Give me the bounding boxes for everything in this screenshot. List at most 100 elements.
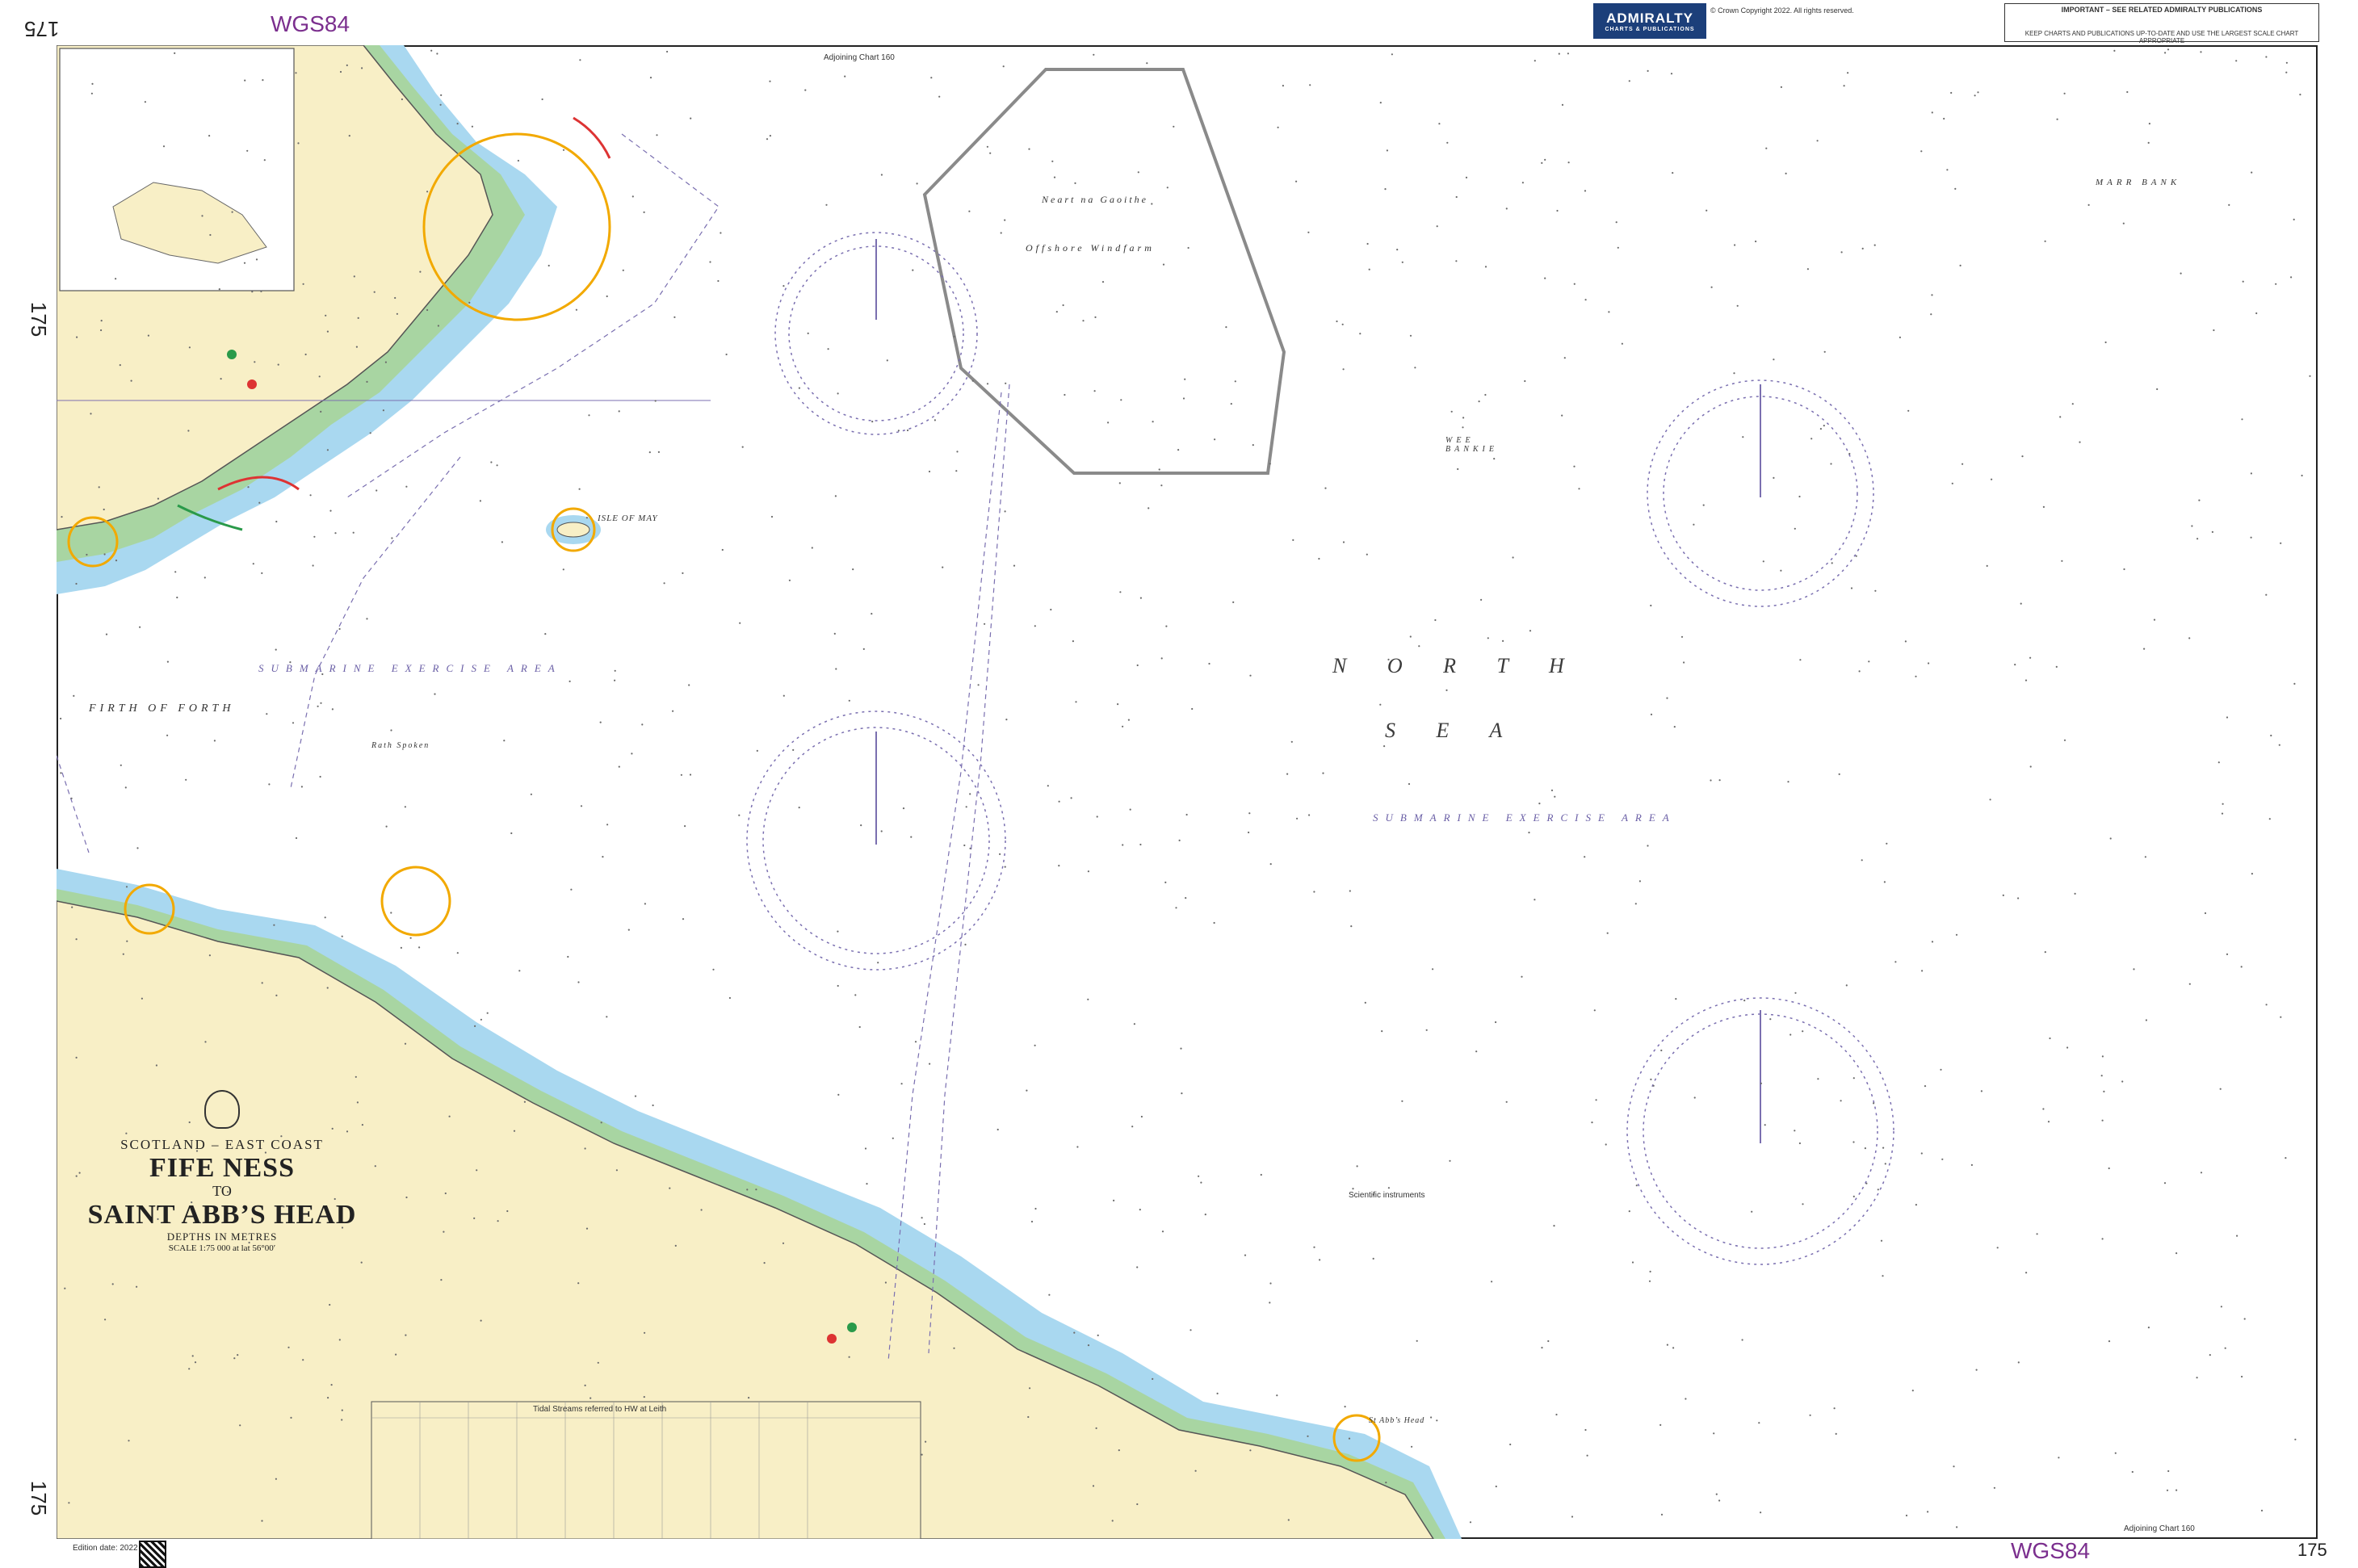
sounding-mark (2133, 968, 2135, 971)
sounding-mark (120, 764, 122, 766)
sounding-mark (2241, 1375, 2243, 1378)
sounding-mark (1865, 1182, 1868, 1184)
label-neart-na-gaoithe: Neart na Gaoithe (1042, 194, 1148, 205)
sounding-mark (1336, 320, 1338, 323)
sounding-mark (1882, 1275, 1884, 1277)
sounding-mark (1605, 1143, 1607, 1146)
sounding-mark (1680, 635, 1684, 638)
sounding-mark (2025, 1272, 2028, 1274)
sounding-mark (2220, 1306, 2222, 1308)
sounding-mark (1457, 467, 1459, 471)
sounding-mark (910, 836, 913, 838)
sounding-mark (725, 353, 728, 356)
sounding-mark (468, 301, 471, 304)
sounding-mark (2108, 1340, 2111, 1343)
sounding-mark (1991, 478, 1993, 480)
sounding-mark (783, 285, 785, 287)
sounding-mark (194, 1361, 197, 1364)
sounding-mark (330, 1384, 333, 1386)
sounding-mark (1013, 564, 1016, 567)
sounding-mark (71, 906, 73, 908)
sounding-mark (376, 489, 378, 492)
sounding-mark (1850, 587, 1853, 589)
sounding-mark (618, 410, 620, 413)
sounding-mark (409, 937, 412, 939)
sounding-mark (721, 548, 724, 551)
sounding-mark (357, 317, 359, 319)
sounding-mark (1097, 1334, 1099, 1336)
sounding-mark (1606, 932, 1609, 934)
sounding-mark (439, 103, 442, 106)
sounding-mark (1880, 1239, 1883, 1242)
label-wee-bankie: WEE BANKIE (1445, 436, 1498, 454)
sounding-mark (1760, 1082, 1762, 1084)
sounding-mark (1189, 1329, 1192, 1331)
sounding-mark (136, 847, 139, 849)
sounding-mark (1794, 1130, 1796, 1132)
sounding-mark (426, 308, 429, 312)
sounding-mark (1847, 72, 1849, 74)
sounding-mark (1401, 261, 1403, 263)
sounding-mark (1064, 393, 1066, 396)
sounding-mark (2209, 1354, 2211, 1356)
sounding-mark (1962, 463, 1964, 465)
sounding-mark (968, 210, 971, 212)
sounding-mark (1567, 52, 1569, 55)
sounding-mark (1348, 1437, 1351, 1440)
sounding-mark (1634, 903, 1637, 905)
sounding-mark (119, 364, 121, 367)
sounding-mark (1484, 393, 1487, 396)
sounding-mark (739, 622, 741, 624)
sounding-mark (1324, 487, 1327, 489)
sounding-mark (155, 1064, 157, 1067)
sounding-mark (324, 916, 326, 919)
sounding-mark (1628, 1210, 1630, 1213)
sounding-mark (1713, 1432, 1715, 1435)
sounding-mark (2265, 56, 2268, 58)
sounding-mark (1553, 1225, 1555, 1227)
sounding-mark (2017, 1361, 2020, 1364)
sounding-mark (309, 494, 312, 497)
admiralty-brand: ADMIRALTY (1606, 10, 1693, 26)
sounding-mark (804, 89, 807, 91)
sounding-mark (798, 807, 800, 809)
sounding-mark (2058, 1457, 2060, 1459)
sounding-mark (2280, 1016, 2282, 1018)
sounding-mark (1244, 1254, 1247, 1256)
sounding-mark (1819, 428, 1822, 430)
sounding-mark (1158, 468, 1160, 471)
sounding-mark (2265, 1004, 2268, 1006)
sounding-mark (1073, 1331, 1076, 1334)
sounding-mark (1809, 1414, 1811, 1416)
sounding-mark (963, 844, 966, 847)
sounding-mark (174, 52, 176, 54)
sounding-mark (1322, 772, 1324, 774)
sounding-mark (1660, 1513, 1664, 1516)
sounding-mark (1886, 842, 1888, 845)
green-light-icon (227, 350, 237, 359)
chart-number-left-rotated-2: 175 (27, 1480, 52, 1516)
adjoining-chart-bottom: Adjoining Chart 160 (2124, 1524, 2195, 1533)
sounding-mark (1950, 91, 1953, 94)
sounding-mark (75, 1056, 78, 1059)
sounding-mark (1538, 803, 1541, 805)
sounding-mark (1027, 1415, 1030, 1419)
sounding-mark (327, 1397, 329, 1399)
sounding-mark (471, 125, 474, 128)
sounding-mark (126, 940, 128, 942)
sounding-mark (273, 924, 275, 926)
sounding-mark (835, 668, 837, 670)
sounding-mark (1742, 436, 1744, 438)
sounding-mark (506, 1210, 509, 1213)
sounding-mark (1710, 286, 1713, 288)
sounding-mark (1131, 1126, 1134, 1128)
sounding-mark (385, 825, 388, 828)
sounding-mark (1309, 84, 1311, 86)
sounding-mark (1178, 839, 1181, 841)
sounding-mark (1396, 249, 1399, 251)
sounding-mark (2243, 1318, 2246, 1320)
sounding-mark (2188, 983, 2191, 985)
tidal-streams-table (371, 1401, 921, 1539)
sounding-mark (103, 508, 105, 511)
sounding-mark (203, 576, 206, 579)
